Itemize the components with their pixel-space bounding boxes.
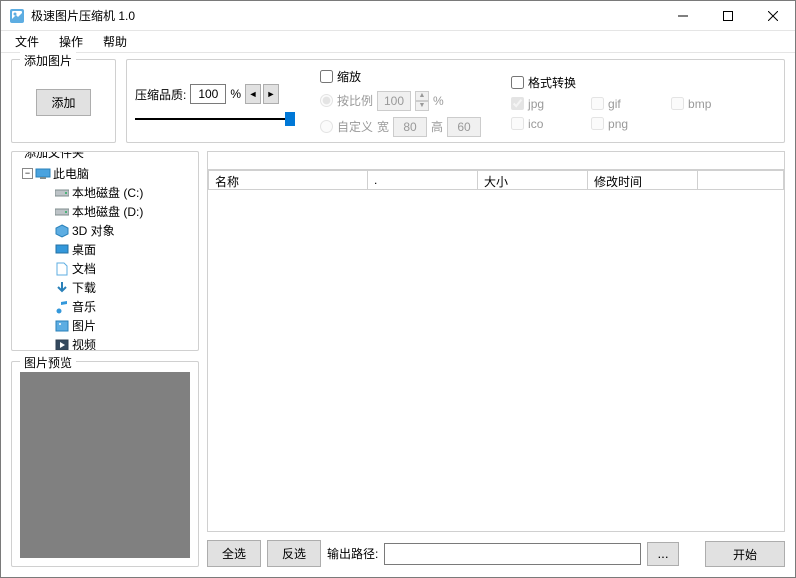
tree-this-pc[interactable]: − 此电脑: [22, 164, 188, 183]
select-all-button[interactable]: 全选: [207, 540, 261, 567]
output-path-label: 输出路径:: [327, 545, 378, 562]
tree-music[interactable]: 音乐: [22, 297, 188, 316]
format-gif-checkbox[interactable]: [591, 97, 604, 110]
format-bmp-label: bmp: [688, 97, 711, 111]
quality-slider[interactable]: [135, 118, 290, 120]
download-icon: [54, 281, 70, 295]
music-icon: [54, 300, 70, 314]
add-button[interactable]: 添加: [36, 89, 90, 116]
browse-button[interactable]: ...: [647, 542, 679, 566]
scale-height-input[interactable]: [447, 117, 481, 137]
scale-ratio-radio[interactable]: [320, 94, 333, 107]
drive-icon: [54, 186, 70, 200]
menubar: 文件 操作 帮助: [1, 31, 795, 53]
scale-ratio-down[interactable]: ▼: [415, 101, 429, 111]
col-extra[interactable]: [698, 170, 784, 190]
close-button[interactable]: [750, 1, 795, 31]
window-title: 极速图片压缩机 1.0: [31, 7, 660, 24]
scale-custom-label: 自定义: [337, 118, 373, 135]
format-ico-label: ico: [528, 117, 543, 131]
document-icon: [54, 262, 70, 276]
scale-group: 缩放 按比例 ▲ ▼ % 自定义: [320, 68, 481, 137]
format-png-label: png: [608, 117, 628, 131]
col-modified[interactable]: 修改时间: [588, 170, 698, 190]
tree-documents[interactable]: 文档: [22, 259, 188, 278]
scale-enable-label: 缩放: [337, 68, 361, 85]
scale-ratio-unit: %: [433, 94, 444, 108]
format-bmp-checkbox[interactable]: [671, 97, 684, 110]
titlebar: 极速图片压缩机 1.0: [1, 1, 795, 31]
scale-custom-radio[interactable]: [320, 120, 333, 133]
bottom-controls: 全选 反选 输出路径: ... 开始: [207, 532, 785, 567]
preview-group: 图片预览: [11, 361, 199, 567]
computer-icon: [35, 167, 51, 181]
tree-drive-d[interactable]: 本地磁盘 (D:): [22, 202, 188, 221]
format-enable-label: 格式转换: [528, 74, 576, 91]
format-group: 格式转换 jpg gif bmp ico png: [511, 74, 776, 131]
scale-width-input[interactable]: [393, 117, 427, 137]
app-icon: [9, 8, 25, 24]
col-name[interactable]: 名称: [208, 170, 368, 190]
scale-width-label: 宽: [377, 118, 389, 135]
format-enable-checkbox[interactable]: [511, 76, 524, 89]
quality-slider-thumb[interactable]: [285, 112, 295, 126]
table-body[interactable]: [208, 190, 784, 531]
format-jpg-checkbox[interactable]: [511, 97, 524, 110]
add-image-group: 添加图片 添加: [11, 59, 116, 143]
tree-videos[interactable]: 视频: [22, 335, 188, 351]
minimize-icon: [678, 11, 688, 21]
menu-help[interactable]: 帮助: [93, 30, 137, 53]
minimize-button[interactable]: [660, 1, 705, 31]
quality-label: 压缩品质:: [135, 86, 186, 103]
tree-downloads[interactable]: 下载: [22, 278, 188, 297]
quality-group: 压缩品质: % ◄ ►: [135, 84, 290, 120]
preview-canvas: [20, 372, 190, 558]
output-path-input[interactable]: [384, 543, 641, 565]
folder-legend: 添加文件夹: [20, 151, 88, 161]
scale-height-label: 高: [431, 118, 443, 135]
quality-input[interactable]: [190, 84, 226, 104]
quality-unit: %: [230, 87, 241, 101]
tree-collapse-icon[interactable]: −: [22, 168, 33, 179]
menu-file[interactable]: 文件: [5, 30, 49, 53]
picture-icon: [54, 319, 70, 333]
invert-selection-button[interactable]: 反选: [267, 540, 321, 567]
scale-enable-checkbox[interactable]: [320, 70, 333, 83]
folder-tree[interactable]: − 此电脑 本地磁盘 (C:) 本地磁盘 (D:): [20, 162, 190, 351]
scale-ratio-label: 按比例: [337, 92, 373, 109]
quality-down-button[interactable]: ◄: [245, 84, 261, 104]
file-list: 名称 . 大小 修改时间: [207, 151, 785, 532]
ruler: [208, 152, 784, 170]
format-ico-checkbox[interactable]: [511, 117, 524, 130]
tree-3d-objects[interactable]: 3D 对象: [22, 221, 188, 240]
scale-ratio-up[interactable]: ▲: [415, 91, 429, 101]
maximize-button[interactable]: [705, 1, 750, 31]
format-png-checkbox[interactable]: [591, 117, 604, 130]
drive-icon: [54, 205, 70, 219]
app-window: 极速图片压缩机 1.0 文件 操作 帮助 添加图片 添加: [0, 0, 796, 578]
cube-icon: [54, 224, 70, 238]
quality-up-button[interactable]: ►: [263, 84, 279, 104]
tree-pictures[interactable]: 图片: [22, 316, 188, 335]
preview-legend: 图片预览: [20, 354, 76, 371]
maximize-icon: [723, 11, 733, 21]
table-header: 名称 . 大小 修改时间: [208, 170, 784, 190]
settings-group: 压缩品质: % ◄ ►: [126, 59, 785, 143]
tree-drive-c[interactable]: 本地磁盘 (C:): [22, 183, 188, 202]
scale-ratio-input[interactable]: [377, 91, 411, 111]
desktop-icon: [54, 243, 70, 257]
folder-group: 添加文件夹 − 此电脑 本地磁盘 (C:): [11, 151, 199, 351]
tree-desktop[interactable]: 桌面: [22, 240, 188, 259]
format-gif-label: gif: [608, 97, 621, 111]
menu-operation[interactable]: 操作: [49, 30, 93, 53]
add-image-legend: 添加图片: [20, 52, 76, 69]
col-size[interactable]: 大小: [478, 170, 588, 190]
format-jpg-label: jpg: [528, 97, 544, 111]
start-button[interactable]: 开始: [705, 541, 785, 567]
video-icon: [54, 338, 70, 352]
col-ext[interactable]: .: [368, 170, 478, 190]
close-icon: [768, 11, 778, 21]
